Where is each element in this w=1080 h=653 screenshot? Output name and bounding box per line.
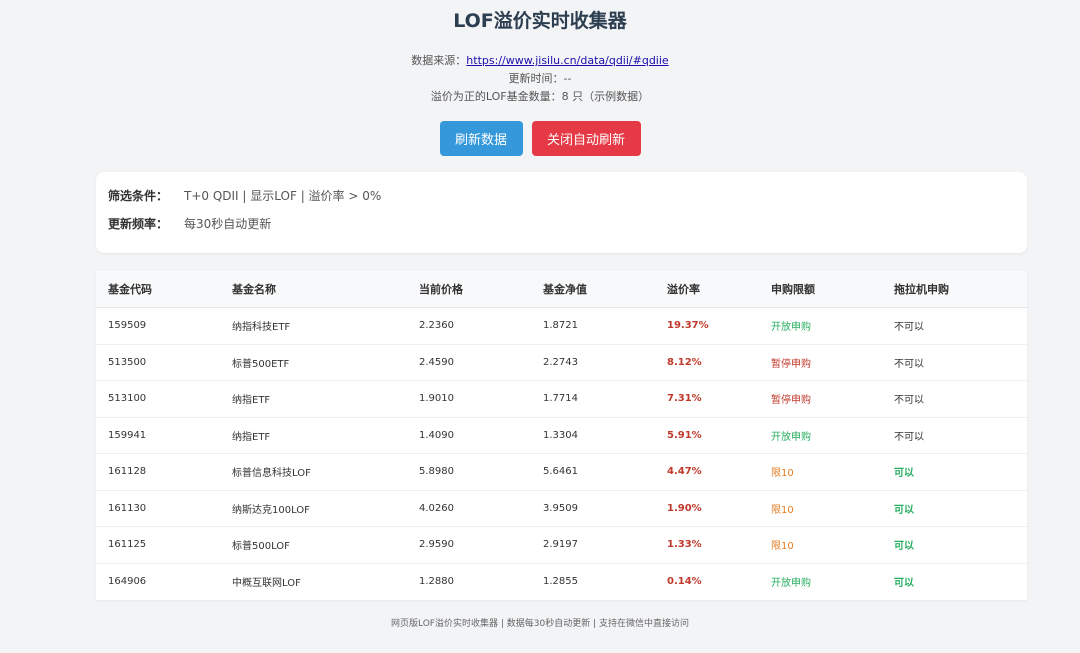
tractor-purchase: 可以 [894,504,914,516]
fund-name: 标普500LOF [232,541,290,553]
header-name: 基金名称 [232,283,276,296]
tractor-purchase: 可以 [894,541,914,553]
fund-nav: 3.9509 [543,502,578,514]
fund-name: 纳指ETF [232,395,271,407]
table-body: 159509 纳指科技ETF 2.2360 1.8721 19.37% 开放申购 不可以 51… [96,308,1027,600]
fund-nav: 1.3304 [543,429,578,441]
purchase-limit: 限10 [771,541,794,553]
current-price: 2.2360 [419,320,454,332]
table-row: 159509 纳指科技ETF 2.2360 1.8721 19.37% 开放申购 不可以 [96,308,1027,345]
action-buttons: 刷新数据 关闭自动刷新 [0,121,1080,156]
current-price: 1.2880 [419,576,454,588]
fund-code: 161130 [108,502,147,514]
premium-rate: 8.12% [667,356,702,368]
premium-rate: 1.90% [667,502,702,514]
header-limit: 申购限额 [771,283,815,296]
data-source: 数据来源：https://www.jisilu.cn/data/qdii/#qd… [0,53,1080,69]
tractor-purchase: 不可以 [894,322,924,334]
fund-nav: 2.9197 [543,539,578,551]
tractor-purchase: 可以 [894,578,914,590]
premium-rate: 5.91% [667,429,702,441]
premium-rate: 19.37% [667,320,709,332]
fund-code: 161125 [108,539,147,551]
table-row: 159941 纳指ETF 1.4090 1.3304 5.91% 开放申购 不可以 [96,418,1027,454]
fund-nav: 2.2743 [543,356,578,368]
table-row: 513100 纳指ETF 1.9010 1.7714 7.31% 暂停申购 不可以 [96,381,1027,418]
header-tractor: 拖拉机申购 [894,283,949,296]
fund-name: 标普500ETF [232,358,290,370]
update-frequency-value: 每30秒自动更新 [184,217,272,231]
fund-code: 513500 [108,356,147,368]
footer: 网页版LOF溢价实时收集器 | 数据每30秒自动更新 | 支持在微信中直接访问 [391,619,689,629]
premium-rate: 7.31% [667,393,702,405]
tractor-purchase: 不可以 [894,431,924,443]
fund-name: 纳斯达克100LOF [232,504,310,516]
page-title: LOF溢价实时收集器 [453,10,627,32]
fund-code: 161128 [108,466,147,478]
fund-nav: 5.6461 [543,466,578,478]
current-price: 5.8980 [419,466,454,478]
fund-count: 溢价为正的LOF基金数量：8 只（示例数据） [430,90,650,103]
tractor-purchase: 可以 [894,468,914,480]
table-row: 161130 纳斯达克100LOF 4.0260 3.9509 1.90% 限10 可以 [96,491,1027,527]
header-nav: 基金净值 [543,283,587,296]
fund-name: 中概互联网LOF [232,578,301,590]
fund-code: 159941 [108,429,147,441]
header-premium: 溢价率 [667,283,700,296]
purchase-limit: 开放申购 [771,578,811,590]
close-auto-refresh-button[interactable]: 关闭自动刷新 [531,121,641,156]
purchase-limit: 限10 [771,468,794,480]
purchase-limit: 暂停申购 [771,395,811,407]
tractor-purchase: 不可以 [894,395,924,407]
purchase-limit: 暂停申购 [771,358,811,370]
purchase-limit: 开放申购 [771,322,811,334]
fund-code: 159509 [108,320,147,332]
filter-condition-value: T+0 QDII | 显示LOF | 溢价率 > 0% [184,189,382,203]
current-price: 2.4590 [419,356,454,368]
fund-code: 513100 [108,393,147,405]
tractor-purchase: 不可以 [894,358,924,370]
current-price: 1.9010 [419,393,454,405]
fund-code: 164906 [108,576,147,588]
header-price: 当前价格 [419,283,463,296]
update-frequency-row: 更新频率： 每30秒自动更新 [108,216,271,232]
table-header: 基金代码 基金名称 当前价格 基金净值 溢价率 申购限额 拖拉机申购 [96,271,1027,308]
filter-card: 筛选条件： T+0 QDII | 显示LOF | 溢价率 > 0% 更新频率： 每3… [96,172,1027,253]
premium-rate: 0.14% [667,576,702,588]
fund-nav: 1.8721 [543,320,578,332]
header-code: 基金代码 [108,283,152,296]
data-source-link[interactable]: https://www.jisilu.cn/data/qdii/#qdiie [466,54,668,67]
fund-nav: 1.7714 [543,393,578,405]
refresh-button[interactable]: 刷新数据 [439,121,523,156]
update-frequency-label: 更新频率： [108,217,169,231]
filter-condition-row: 筛选条件： T+0 QDII | 显示LOF | 溢价率 > 0% [108,188,381,204]
update-time: 更新时间：-- [508,72,572,85]
premium-rate: 4.47% [667,466,702,478]
purchase-limit: 开放申购 [771,431,811,443]
fund-nav: 1.2855 [543,576,578,588]
current-price: 1.4090 [419,429,454,441]
fund-name: 标普信息科技LOF [232,468,311,480]
table-row: 161125 标普500LOF 2.9590 2.9197 1.33% 限10 可以 [96,527,1027,564]
fund-name: 纳指ETF [232,431,271,443]
lof-table: 基金代码 基金名称 当前价格 基金净值 溢价率 申购限额 拖拉机申购 15950… [96,271,1027,600]
current-price: 4.0260 [419,502,454,514]
current-price: 2.9590 [419,539,454,551]
fund-name: 纳指科技ETF [232,322,291,334]
table-row: 513500 标普500ETF 2.4590 2.2743 8.12% 暂停申购 不可以 [96,345,1027,381]
purchase-limit: 限10 [771,504,794,516]
filter-condition-label: 筛选条件： [108,189,169,203]
premium-rate: 1.33% [667,539,702,551]
data-source-label: 数据来源： [411,54,467,67]
table-row: 161128 标普信息科技LOF 5.8980 5.6461 4.47% 限10 可以 [96,454,1027,491]
table-row: 164906 中概互联网LOF 1.2880 1.2855 0.14% 开放申购 可以 [96,564,1027,601]
